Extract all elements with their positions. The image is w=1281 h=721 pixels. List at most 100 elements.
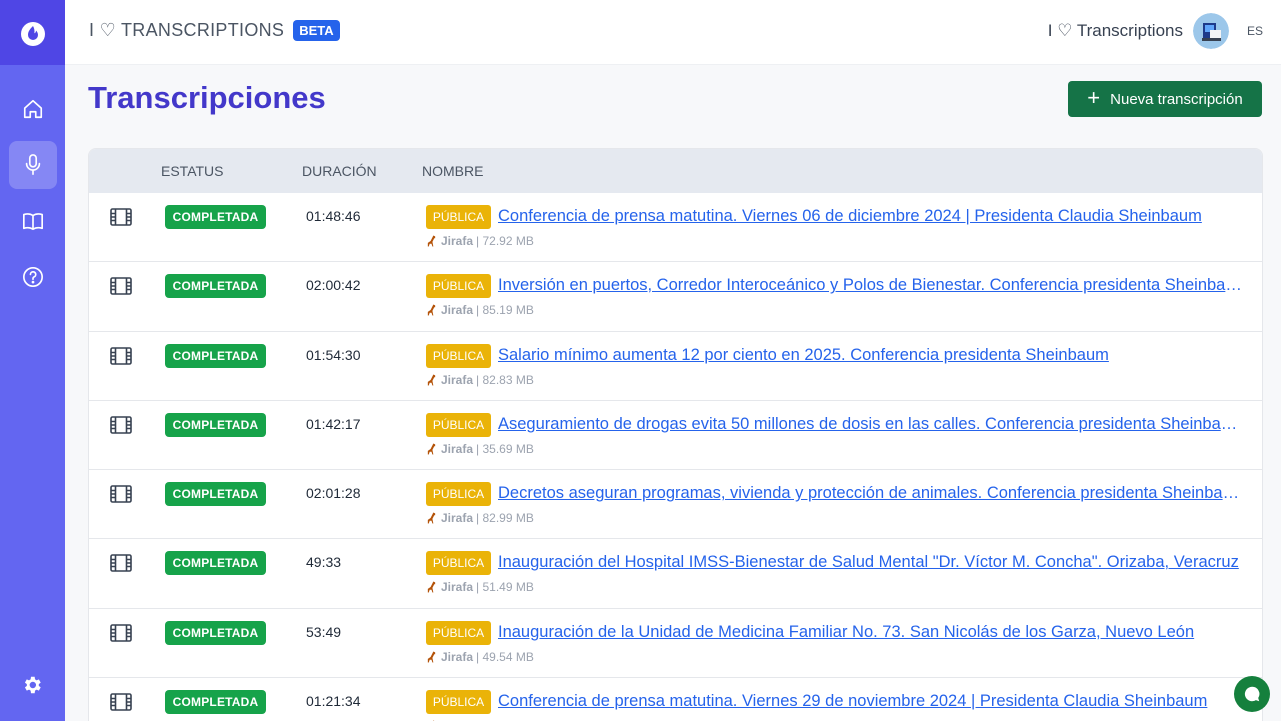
- owner-name: Jirafa: [441, 303, 474, 318]
- plus-icon: +: [1087, 85, 1101, 110]
- table-body: COMPLETADA 01:48:46 PÚBLICA Conferencia de …: [89, 193, 1262, 721]
- transcription-title-link[interactable]: Salario mínimo aumenta 12 por ciento en …: [498, 346, 1243, 365]
- visibility-badge: PÚBLICA: [426, 482, 491, 507]
- file-size: | 85.19 MB: [476, 303, 534, 318]
- user-name: I ♡ Transcriptions: [1047, 21, 1183, 40]
- new-transcription-label: Nueva transcripción: [1110, 90, 1243, 108]
- visibility-badge: PÚBLICA: [426, 274, 491, 299]
- duration: 53:49: [306, 623, 342, 640]
- video-file-icon: [110, 208, 132, 226]
- duration: 02:00:42: [306, 277, 361, 294]
- brand[interactable]: I ♡ TRANSCRIPTIONS BETA: [89, 20, 340, 41]
- status-badge: COMPLETADA: [165, 482, 266, 507]
- video-file-icon: [110, 693, 132, 711]
- sidebar-item-settings[interactable]: [8, 661, 56, 709]
- media-type: [110, 416, 132, 439]
- transcription-meta: Jirafa | 51.49 MB: [426, 580, 534, 594]
- transcription-title-link[interactable]: Conferencia de prensa matutina. Viernes …: [498, 692, 1243, 711]
- duration: 01:48:46: [306, 208, 361, 224]
- sidebar-item-docs[interactable]: [9, 197, 57, 245]
- language-selector[interactable]: ES: [1247, 24, 1263, 38]
- owner-name: Jirafa: [441, 372, 474, 387]
- visibility-badge: PÚBLICA: [426, 205, 491, 229]
- transcription-title-link[interactable]: Inversión en puertos, Corredor Interoceá…: [498, 276, 1243, 295]
- chat-button[interactable]: [1234, 676, 1270, 712]
- file-size: | 82.99 MB: [476, 511, 534, 526]
- giraffe-icon: [427, 651, 436, 663]
- duration: 01:21:34: [306, 693, 361, 710]
- user-avatar-icon: [1192, 13, 1229, 49]
- transcription-title-link[interactable]: Decretos aseguran programas, vivienda y …: [498, 484, 1243, 503]
- file-size: | 72.92 MB: [476, 234, 534, 248]
- flame-logo-icon: [20, 21, 45, 46]
- media-type: [110, 346, 132, 370]
- media-type: [110, 623, 132, 647]
- table-header: ESTATUS DURACIÓN NOMBRE: [89, 149, 1262, 193]
- header-name[interactable]: NOMBRE: [422, 163, 483, 179]
- avatar[interactable]: [1192, 13, 1229, 49]
- help-icon: [22, 267, 43, 287]
- transcription-meta: Jirafa | 35.69 MB: [426, 442, 534, 456]
- table-row[interactable]: COMPLETADA 01:21:34 PÚBLICA Conferencia de …: [89, 678, 1262, 721]
- status-badge: COMPLETADA: [165, 620, 266, 645]
- transcription-meta: Jirafa | 49.54 MB: [426, 650, 534, 664]
- duration: 01:42:17: [306, 415, 361, 432]
- user-menu[interactable]: I ♡ Transcriptions ES: [1048, 13, 1263, 49]
- video-file-icon: [110, 623, 132, 642]
- giraffe-icon: [427, 304, 436, 316]
- sidebar: [0, 0, 65, 721]
- transcription-meta: Jirafa | 82.83 MB: [426, 373, 534, 387]
- transcription-meta: Jirafa | 72.92 MB: [426, 234, 534, 248]
- transcription-title-link[interactable]: Aseguramiento de drogas evita 50 millone…: [498, 415, 1243, 434]
- transcription-title-link[interactable]: Conferencia de prensa matutina. Viernes …: [498, 207, 1243, 226]
- app-logo[interactable]: [0, 0, 65, 65]
- transcription-title-link[interactable]: Inauguración de la Unidad de Medicina Fa…: [498, 623, 1243, 642]
- media-type: [110, 485, 132, 508]
- page-title: Transcripciones: [88, 80, 326, 115]
- video-file-icon: [110, 554, 132, 573]
- microphone-icon: [25, 154, 40, 175]
- visibility-badge: PÚBLICA: [426, 343, 491, 368]
- new-transcription-button[interactable]: + Nueva transcripción: [1068, 81, 1262, 117]
- table-row[interactable]: COMPLETADA 49:33 PÚBLICA Inauguración del H…: [89, 539, 1262, 609]
- sidebar-item-help[interactable]: [9, 253, 57, 301]
- video-file-icon: [110, 346, 132, 365]
- sidebar-item-home[interactable]: [9, 85, 57, 133]
- owner-name: Jirafa: [441, 649, 474, 664]
- media-type: [110, 277, 132, 300]
- sidebar-item-transcriptions[interactable]: [8, 141, 57, 189]
- table-row[interactable]: COMPLETADA 01:54:30 PÚBLICA Salario mínimo …: [89, 332, 1262, 401]
- table-row[interactable]: COMPLETADA 01:42:17 PÚBLICA Aseguramiento d…: [89, 401, 1262, 471]
- file-size: | 82.83 MB: [476, 372, 534, 387]
- giraffe-icon: [427, 581, 436, 593]
- table-row[interactable]: COMPLETADA 01:48:46 PÚBLICA Conferencia de …: [89, 193, 1262, 263]
- visibility-badge: PÚBLICA: [426, 620, 491, 645]
- video-file-icon: [110, 277, 132, 296]
- owner-name: Jirafa: [441, 441, 474, 456]
- owner-name: Jirafa: [441, 234, 474, 248]
- table-row[interactable]: COMPLETADA 53:49 PÚBLICA Inauguración de la…: [89, 609, 1262, 679]
- duration: 49:33: [306, 554, 342, 571]
- giraffe-icon: [427, 443, 436, 455]
- status-badge: COMPLETADA: [165, 551, 266, 576]
- visibility-badge: PÚBLICA: [426, 551, 491, 576]
- table-row[interactable]: COMPLETADA 02:00:42 PÚBLICA Inversión en pu…: [89, 262, 1262, 332]
- visibility-badge: PÚBLICA: [426, 412, 491, 437]
- transcription-meta: Jirafa | 85.19 MB: [426, 303, 534, 317]
- status-badge: COMPLETADA: [165, 412, 266, 437]
- visibility-badge: PÚBLICA: [426, 690, 491, 715]
- header-status[interactable]: ESTATUS: [161, 163, 224, 179]
- gear-icon: [24, 676, 41, 694]
- file-size: | 51.49 MB: [476, 580, 534, 595]
- video-file-icon: [110, 485, 132, 503]
- transcription-meta: Jirafa | 82.99 MB: [426, 511, 534, 525]
- video-file-icon: [110, 416, 132, 434]
- brand-name: I ♡ TRANSCRIPTIONS: [89, 20, 285, 40]
- book-icon: [22, 213, 43, 231]
- giraffe-icon: [427, 374, 436, 386]
- file-size: | 49.54 MB: [476, 649, 534, 664]
- table-row[interactable]: COMPLETADA 02:01:28 PÚBLICA Decretos asegur…: [89, 470, 1262, 540]
- status-badge: COMPLETADA: [165, 274, 266, 299]
- transcription-title-link[interactable]: Inauguración del Hospital IMSS-Bienestar…: [498, 553, 1243, 572]
- header-duration[interactable]: DURACIÓN: [302, 163, 377, 179]
